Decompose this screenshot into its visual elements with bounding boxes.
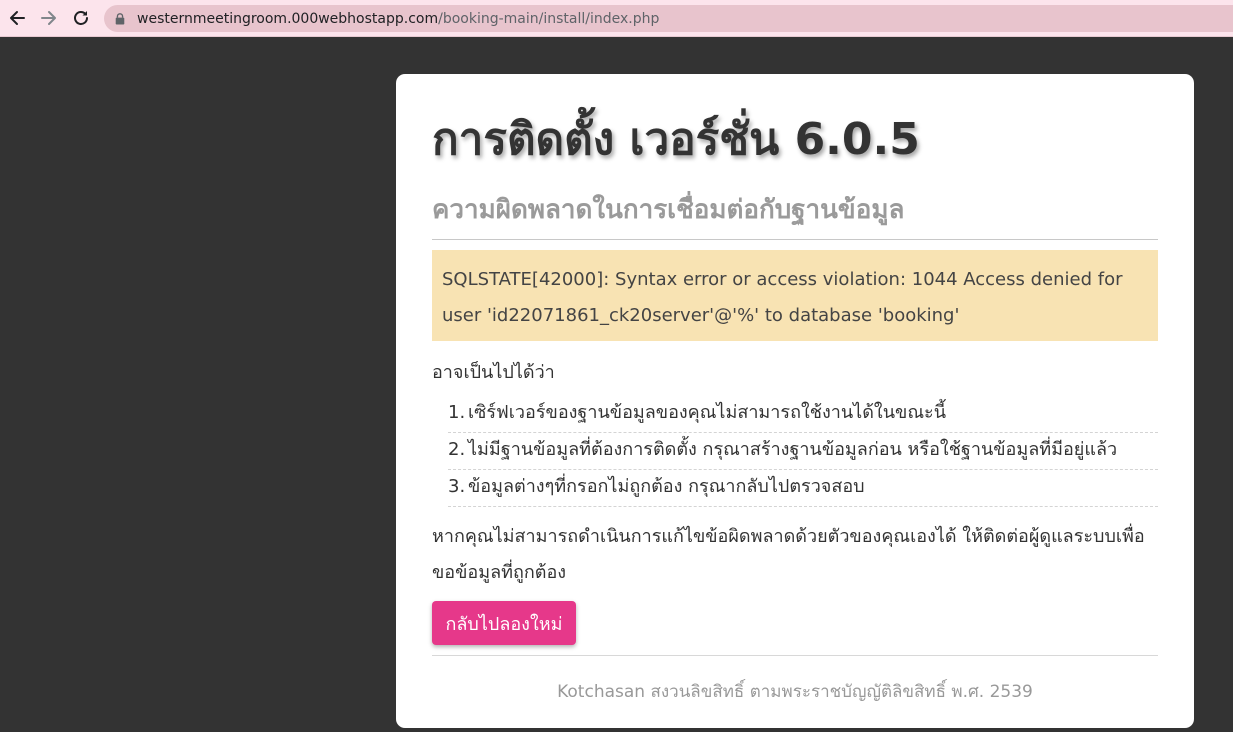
reload-button[interactable]: [65, 2, 97, 34]
page-subtitle: ความผิดพลาดในการเชื่อมต่อกับฐานข้อมูล: [432, 195, 905, 225]
list-text: เซิร์ฟเวอร์ของฐานข้อมูลของคุณไม่สามารถใช…: [468, 402, 946, 423]
lock-icon: [114, 12, 128, 26]
list-number: 1.: [448, 402, 466, 423]
arrow-left-icon: [10, 11, 25, 25]
error-message-box: SQLSTATE[42000]: Syntax error or access …: [432, 250, 1158, 341]
list-text: ข้อมูลต่างๆที่กรอกไม่ถูกต้อง กรุณากลับไป…: [468, 476, 865, 497]
address-bar[interactable]: westernmeetingroom.000webhostapp.com/boo…: [104, 5, 1233, 32]
advice-text: หากคุณไม่สามารถดำเนินการแก้ไขข้อผิดพลาดด…: [432, 526, 1145, 583]
list-item: 1. เซิร์ฟเวอร์ของฐานข้อมูลของคุณไม่สามารถ…: [448, 396, 1158, 433]
list-number: 2.: [448, 439, 466, 460]
reasons-lead: อาจเป็นไปได้ว่า: [432, 362, 555, 383]
url-host: westernmeetingroom.000webhostapp.com: [137, 10, 439, 27]
reasons-list: 1. เซิร์ฟเวอร์ของฐานข้อมูลของคุณไม่สามารถ…: [448, 396, 1158, 507]
list-number: 3.: [448, 476, 466, 497]
browser-toolbar: westernmeetingroom.000webhostapp.com/boo…: [0, 0, 1233, 37]
install-card: การติดตั้ง เวอร์ชั่น 6.0.5 ความผิดพลาดใน…: [396, 74, 1194, 728]
list-item: 2. ไม่มีฐานข้อมูลที่ต้องการติดตั้ง กรุณาส…: [448, 433, 1158, 470]
divider: [432, 239, 1158, 240]
forward-button[interactable]: [33, 2, 65, 34]
page-title: การติดตั้ง เวอร์ชั่น 6.0.5: [432, 114, 920, 165]
list-text: ไม่มีฐานข้อมูลที่ต้องการติดตั้ง กรุณาสร้…: [468, 439, 1118, 460]
retry-button[interactable]: กลับไปลองใหม่: [432, 601, 576, 645]
arrow-right-icon: [41, 11, 56, 25]
footer-text: Kotchasan สงวนลิขสิทธิ์ ตามพระราชบัญญัติ…: [557, 682, 1033, 702]
footer-divider: [432, 655, 1158, 656]
reload-icon: [74, 11, 88, 25]
back-button[interactable]: [1, 2, 33, 34]
list-item: 3. ข้อมูลต่างๆที่กรอกไม่ถูกต้อง กรุณากลับ…: [448, 470, 1158, 507]
url-path: /booking-main/install/index.php: [438, 10, 660, 27]
url-text: westernmeetingroom.000webhostapp.com/boo…: [137, 11, 659, 27]
